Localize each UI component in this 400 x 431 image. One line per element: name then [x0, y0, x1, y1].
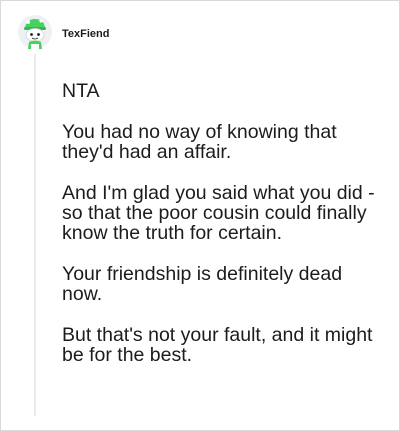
- comment-paragraph: And I'm glad you said what you did - so …: [62, 182, 375, 244]
- comment-author[interactable]: TexFiend: [62, 27, 109, 41]
- comment-paragraph: You had no way of knowing that they'd ha…: [62, 121, 337, 163]
- avatar[interactable]: [18, 15, 52, 49]
- comment-paragraph: Your friendship is definitely dead now.: [62, 263, 343, 305]
- comment-paragraph: NTA: [62, 80, 100, 102]
- comment-card: TexFiend NTA You had no way of knowing t…: [0, 0, 400, 431]
- comment-body: NTA You had no way of knowing that they'…: [62, 81, 387, 386]
- comment-paragraph: But that's not your fault, and it might …: [62, 324, 373, 366]
- snoo-avatar-icon: [18, 15, 52, 49]
- thread-line[interactable]: [34, 54, 36, 416]
